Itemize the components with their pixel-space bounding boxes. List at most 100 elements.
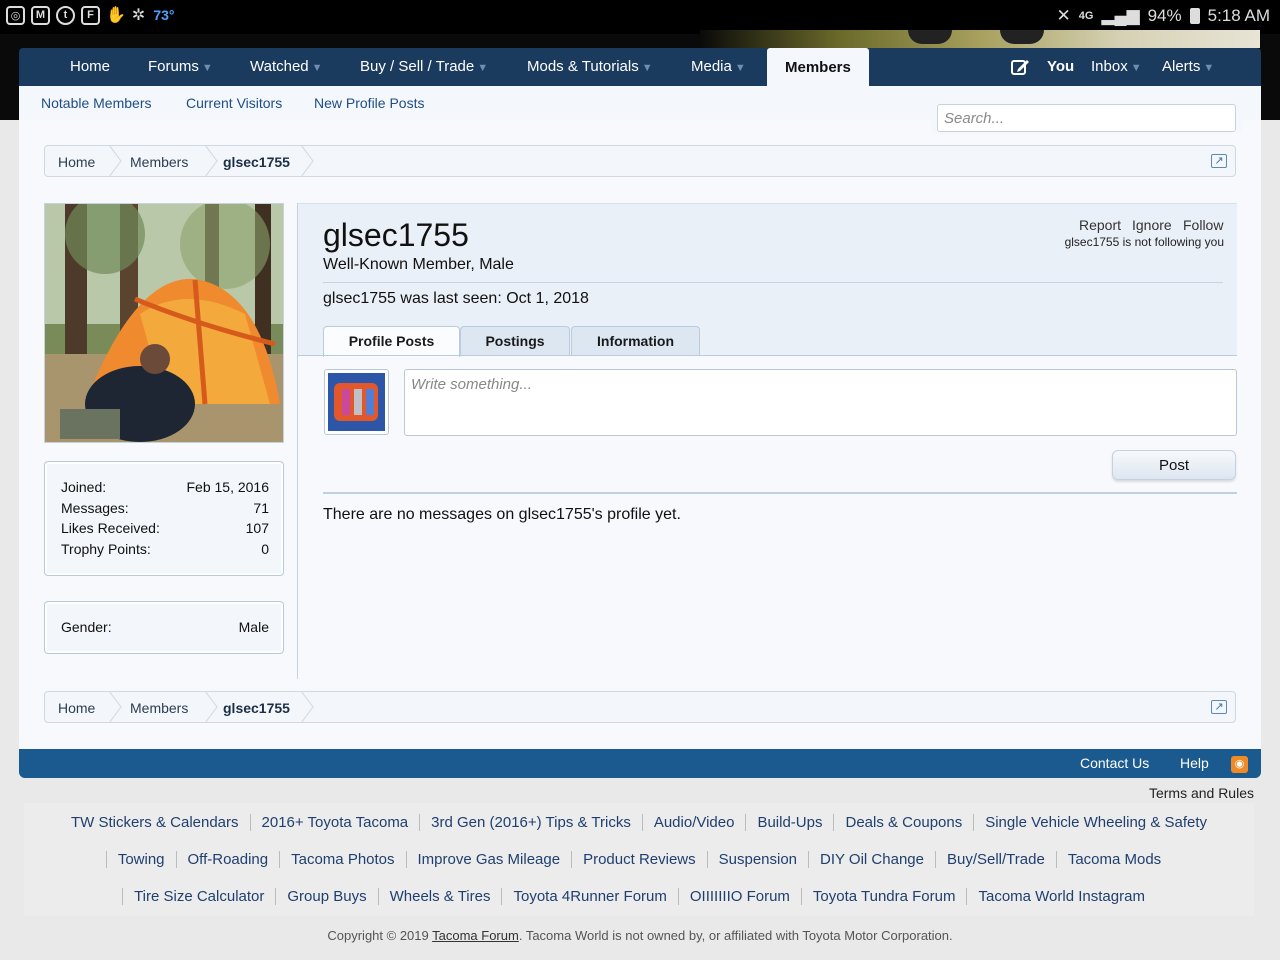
help-link[interactable]: Help bbox=[1180, 755, 1209, 771]
tab-profile-posts[interactable]: Profile Posts bbox=[323, 326, 460, 357]
empty-message: There are no messages on glsec1755's pro… bbox=[323, 506, 681, 523]
nav-members[interactable]: Members bbox=[767, 48, 869, 86]
search-container bbox=[931, 100, 1242, 134]
terms-link[interactable]: Terms and Rules bbox=[1149, 785, 1254, 801]
follow-link[interactable]: Follow bbox=[1183, 217, 1223, 233]
fan-icon: ✲ bbox=[131, 7, 146, 24]
chevron-down-icon[interactable]: ▼ bbox=[477, 62, 488, 74]
footer-link[interactable]: OIIIIIIIO Forum bbox=[677, 888, 801, 905]
chevron-down-icon[interactable]: ▼ bbox=[312, 62, 323, 74]
footer-link[interactable]: Toyota Tundra Forum bbox=[800, 888, 967, 905]
jump-to-icon[interactable]: ↗ bbox=[1211, 154, 1227, 168]
footer-links-panel: TW Stickers & Calendars 2016+ Toyota Tac… bbox=[24, 803, 1254, 916]
footer-link[interactable]: Product Reviews bbox=[571, 851, 707, 868]
battery-percent: 94% bbox=[1147, 6, 1182, 25]
report-link[interactable]: Report bbox=[1079, 217, 1121, 233]
tab-underline bbox=[298, 355, 1237, 356]
profile-avatar[interactable] bbox=[44, 203, 284, 443]
stat-trophy-points: Trophy Points: 0 bbox=[61, 541, 269, 557]
copyright: Copyright © 2019 Tacoma Forum. Tacoma Wo… bbox=[327, 928, 953, 943]
footer-link[interactable]: 3rd Gen (2016+) Tips & Tricks bbox=[419, 814, 642, 831]
chevron-down-icon[interactable]: ▼ bbox=[642, 62, 653, 74]
footer-link[interactable]: Improve Gas Mileage bbox=[405, 851, 572, 868]
footer-link[interactable]: Toyota 4Runner Forum bbox=[501, 888, 677, 905]
footer-link[interactable]: Audio/Video bbox=[641, 814, 746, 831]
breadcrumb-members[interactable]: Members bbox=[130, 154, 188, 170]
profile-pane: glsec1755 Well-Known Member, Male Report… bbox=[297, 203, 1237, 679]
chevron-down-icon[interactable]: ▼ bbox=[1203, 62, 1214, 74]
nav-you[interactable]: You bbox=[1047, 48, 1074, 86]
footer-link[interactable]: Tacoma Photos bbox=[279, 851, 405, 868]
follow-status: glsec1755 is not following you bbox=[1064, 235, 1224, 249]
footer-link[interactable]: Wheels & Tires bbox=[377, 888, 502, 905]
contact-us-link[interactable]: Contact Us bbox=[1080, 755, 1149, 771]
clock: 5:18 AM bbox=[1207, 6, 1270, 25]
breadcrumb-current[interactable]: glsec1755 bbox=[223, 700, 290, 716]
footer-link[interactable]: Group Buys bbox=[275, 888, 377, 905]
footer-link[interactable]: Build-Ups bbox=[745, 814, 833, 831]
instagram-icon: ◎ bbox=[6, 5, 25, 25]
footer-links-row: Towing Off-Roading Tacoma Photos Improve… bbox=[24, 851, 1254, 868]
breadcrumb-separator bbox=[204, 145, 218, 177]
rss-icon[interactable]: ◉ bbox=[1231, 756, 1248, 773]
breadcrumb-home[interactable]: Home bbox=[58, 154, 95, 170]
nav-inbox[interactable]: Inbox ▼ bbox=[1091, 48, 1142, 86]
header-banner-image bbox=[700, 30, 1260, 48]
profile-post-input[interactable] bbox=[404, 369, 1237, 436]
breadcrumb-separator bbox=[300, 691, 314, 723]
tab-postings[interactable]: Postings bbox=[460, 326, 570, 356]
profile-user-title: Well-Known Member, Male bbox=[323, 256, 514, 273]
nav-forums[interactable]: Forums ▼ bbox=[148, 48, 213, 86]
divider bbox=[323, 492, 1237, 494]
chevron-down-icon[interactable]: ▼ bbox=[202, 62, 213, 74]
tab-information[interactable]: Information bbox=[571, 326, 700, 356]
footer-link[interactable]: Tacoma Mods bbox=[1055, 851, 1172, 868]
footer-link[interactable]: Suspension bbox=[706, 851, 808, 868]
nav-home[interactable]: Home bbox=[70, 48, 110, 86]
footer-link[interactable]: Off-Roading bbox=[175, 851, 280, 868]
footer-link[interactable]: Single Vehicle Wheeling & Safety bbox=[973, 814, 1218, 831]
compose-icon[interactable] bbox=[1010, 48, 1030, 86]
search-input[interactable] bbox=[937, 104, 1236, 132]
footer-links-row: TW Stickers & Calendars 2016+ Toyota Tac… bbox=[24, 814, 1254, 831]
visitor-avatar[interactable] bbox=[324, 369, 389, 435]
footer-link[interactable]: TW Stickers & Calendars bbox=[60, 814, 250, 831]
nav-watched[interactable]: Watched ▼ bbox=[250, 48, 323, 86]
footer-link[interactable]: Towing bbox=[105, 851, 176, 868]
breadcrumb-separator bbox=[204, 691, 218, 723]
subnav-notable-members[interactable]: Notable Members bbox=[41, 95, 152, 111]
jump-to-icon[interactable]: ↗ bbox=[1211, 700, 1227, 714]
hand-icon: ✋ bbox=[106, 7, 126, 24]
breadcrumb-separator bbox=[300, 145, 314, 177]
post-button[interactable]: Post bbox=[1112, 450, 1236, 480]
breadcrumb-members[interactable]: Members bbox=[130, 700, 188, 716]
subnav-current-visitors[interactable]: Current Visitors bbox=[186, 95, 282, 111]
nav-buy-sell-trade[interactable]: Buy / Sell / Trade ▼ bbox=[360, 48, 488, 86]
breadcrumb-home[interactable]: Home bbox=[58, 700, 95, 716]
tacoma-forum-link[interactable]: Tacoma Forum bbox=[432, 928, 519, 943]
last-seen: glsec1755 was last seen: Oct 1, 2018 bbox=[323, 290, 589, 307]
chevron-down-icon[interactable]: ▼ bbox=[735, 62, 746, 74]
gmail-icon: M bbox=[31, 5, 50, 25]
member-gender-box: Gender: Male bbox=[44, 601, 284, 654]
subnav-new-profile-posts[interactable]: New Profile Posts bbox=[314, 95, 424, 111]
breadcrumb: Home Members glsec1755 ↗ bbox=[44, 145, 1236, 177]
nav-mods-tutorials[interactable]: Mods & Tutorials ▼ bbox=[527, 48, 653, 86]
nav-media[interactable]: Media ▼ bbox=[691, 48, 746, 86]
divider bbox=[323, 282, 1223, 283]
footer-link[interactable]: Tacoma World Instagram bbox=[966, 888, 1155, 905]
footer-link[interactable]: Deals & Coupons bbox=[833, 814, 973, 831]
chevron-down-icon[interactable]: ▼ bbox=[1131, 62, 1142, 74]
nav-alerts[interactable]: Alerts ▼ bbox=[1162, 48, 1214, 86]
footer-link[interactable]: 2016+ Toyota Tacoma bbox=[249, 814, 420, 831]
breadcrumb-current[interactable]: glsec1755 bbox=[223, 154, 290, 170]
footer-link[interactable]: Buy/Sell/Trade bbox=[934, 851, 1056, 868]
battery-icon bbox=[1189, 8, 1200, 24]
mute-icon: ✕ bbox=[1056, 6, 1071, 25]
footer-link[interactable]: DIY Oil Change bbox=[808, 851, 935, 868]
ignore-link[interactable]: Ignore bbox=[1132, 217, 1172, 233]
profile-username: glsec1755 bbox=[323, 217, 469, 253]
footer-link[interactable]: Tire Size Calculator bbox=[122, 888, 275, 905]
network-indicator: 4G bbox=[1078, 10, 1094, 22]
signal-icon: ▂▄▆ bbox=[1101, 6, 1140, 25]
